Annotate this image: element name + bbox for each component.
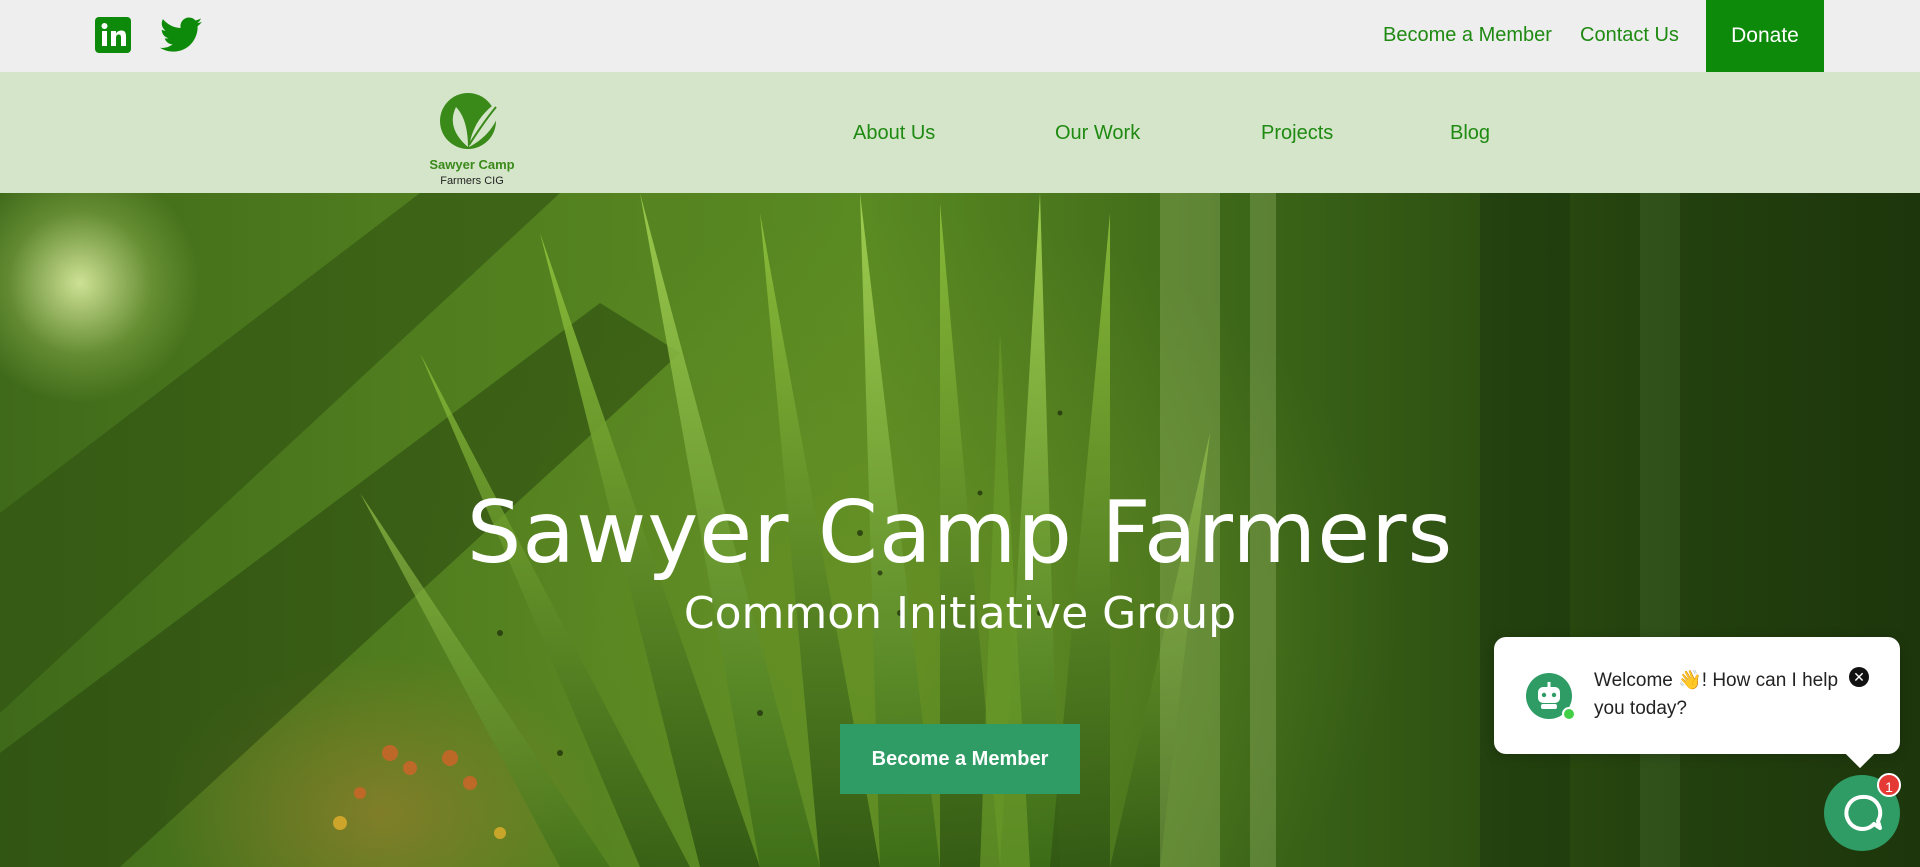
hero-section: Sawyer Camp Farmers Common Initiative Gr… [0, 193, 1920, 867]
chat-notification-badge: 1 [1877, 773, 1901, 797]
logo-subtitle: Farmers CIG [440, 175, 504, 187]
hero-title: Sawyer Camp Farmers [466, 483, 1454, 583]
logo[interactable]: Sawyer Camp Farmers CIG [424, 87, 520, 191]
linkedin-icon[interactable] [95, 17, 131, 53]
become-member-button[interactable]: Become a Member [840, 724, 1080, 794]
chat-welcome-message: Welcome 👋! How can I help you today? [1594, 670, 1839, 719]
nav-our-work[interactable]: Our Work [1055, 122, 1140, 145]
online-status-dot [1562, 707, 1576, 721]
chat-welcome-bubble: Welcome 👋! How can I help you today? ✕ [1494, 637, 1900, 754]
twitter-icon[interactable] [160, 17, 202, 53]
become-member-link[interactable]: Become a Member [1383, 24, 1552, 47]
close-icon[interactable]: ✕ [1849, 667, 1869, 687]
donate-button[interactable]: Donate [1706, 0, 1824, 72]
top-bar: Become a Member Contact Us Donate [0, 0, 1920, 72]
leaf-logo-icon [440, 93, 502, 149]
logo-name: Sawyer Camp [429, 157, 515, 172]
contact-us-link[interactable]: Contact Us [1580, 24, 1679, 47]
nav-blog[interactable]: Blog [1450, 122, 1490, 145]
main-nav: Sawyer Camp Farmers CIG About Us Our Wor… [0, 72, 1920, 193]
nav-projects[interactable]: Projects [1261, 122, 1333, 145]
hero-subtitle: Common Initiative Group [683, 588, 1237, 639]
nav-about-us[interactable]: About Us [853, 122, 935, 145]
